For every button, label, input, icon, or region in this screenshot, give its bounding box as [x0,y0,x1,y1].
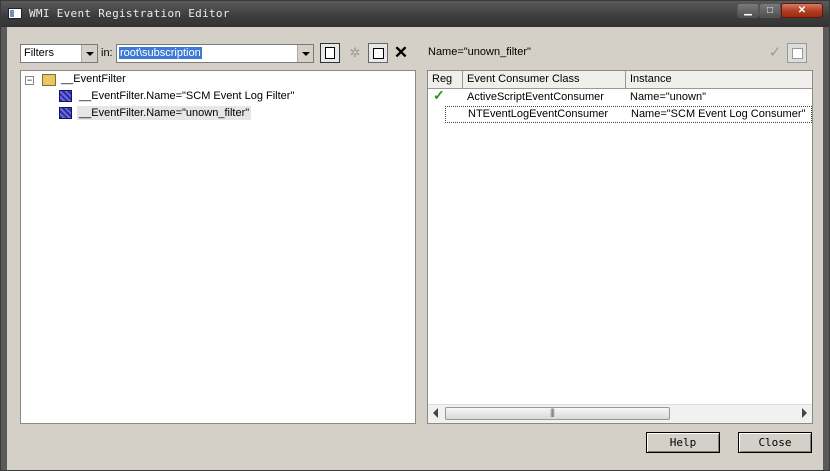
window-border-right [823,27,829,470]
namespace-dropdown-icon[interactable] [297,45,313,62]
grid-header: Reg Event Consumer Class Instance [428,71,812,89]
tree-node-root[interactable]: − __EventFilter [21,71,221,88]
filter-tree[interactable]: − __EventFilter __EventFilter.Name="SCM … [20,70,416,424]
filter-type-dropdown-icon[interactable] [81,45,97,62]
filter-type-select[interactable]: Filters [20,44,98,63]
dialog-client: Filters in: root\subscription ✲ ✕ − __Ev… [7,27,823,464]
column-header-instance[interactable]: Instance [626,71,812,88]
consumer-grid[interactable]: Reg Event Consumer Class Instance ✓ Acti… [427,70,813,424]
wizard-icon[interactable]: ✲ [345,43,365,63]
app-icon [8,8,22,19]
tree-node-label: __EventFilter.Name="unown_filter" [77,106,252,120]
tree-node-root-label: __EventFilter [61,73,126,85]
title-bar[interactable]: WMI Event Registration Editor ▁ □ ✕ [1,1,829,27]
namespace-label: in: [101,47,113,59]
column-header-class[interactable]: Event Consumer Class [463,71,626,88]
delete-icon[interactable]: ✕ [391,43,411,63]
scrollbar-thumb[interactable] [445,407,670,420]
horizontal-scrollbar[interactable] [428,404,812,423]
help-button[interactable]: Help [646,432,720,453]
scroll-left-icon[interactable] [433,408,438,418]
register-check-icon[interactable]: ✓ [765,43,785,63]
tree-node-filter-unown[interactable]: __EventFilter.Name="unown_filter" [21,105,261,122]
registered-check-icon[interactable]: ✓ [433,87,445,104]
consumers-pane: Name="unown_filter" ✓ Reg Event Consumer… [425,35,823,424]
consumer-instance-cell: Name="unown" [630,91,706,103]
column-header-reg[interactable]: Reg [428,71,463,88]
tree-node-label: __EventFilter.Name="SCM Event Log Filter… [79,90,295,102]
namespace-combo[interactable]: root\subscription [116,44,314,63]
tree-node-filter-scm[interactable]: __EventFilter.Name="SCM Event Log Filter… [21,88,321,105]
window-title: WMI Event Registration Editor [29,7,230,20]
consumer-properties-icon[interactable] [787,43,807,63]
new-instance-icon[interactable] [320,43,340,63]
close-button[interactable]: Close [738,432,812,453]
table-row[interactable]: ✓ ActiveScriptEventConsumer Name="unown" [428,87,812,106]
dialog-window: WMI Event Registration Editor ▁ □ ✕ Filt… [0,0,830,471]
maximize-button[interactable]: □ [759,3,781,18]
filters-pane: Filters in: root\subscription ✲ ✕ − __Ev… [17,35,416,424]
table-row[interactable]: NTEventLogEventConsumer Name="SCM Event … [445,106,812,123]
consumer-instance-cell: Name="SCM Event Log Consumer" [631,108,806,120]
selected-filter-path: Name="unown_filter" [428,46,531,58]
minimize-button[interactable]: ▁ [737,3,759,18]
close-window-button[interactable]: ✕ [781,3,823,18]
instance-icon [59,90,72,102]
consumer-class-cell: NTEventLogEventConsumer [468,108,609,120]
properties-icon[interactable] [368,43,388,63]
namespace-value: root\subscription [119,47,202,59]
scroll-right-icon[interactable] [802,408,807,418]
collapse-icon[interactable]: − [25,76,34,85]
instance-icon [59,107,72,119]
filter-type-value: Filters [24,47,54,59]
folder-icon [42,74,56,86]
consumer-class-cell: ActiveScriptEventConsumer [467,91,604,103]
